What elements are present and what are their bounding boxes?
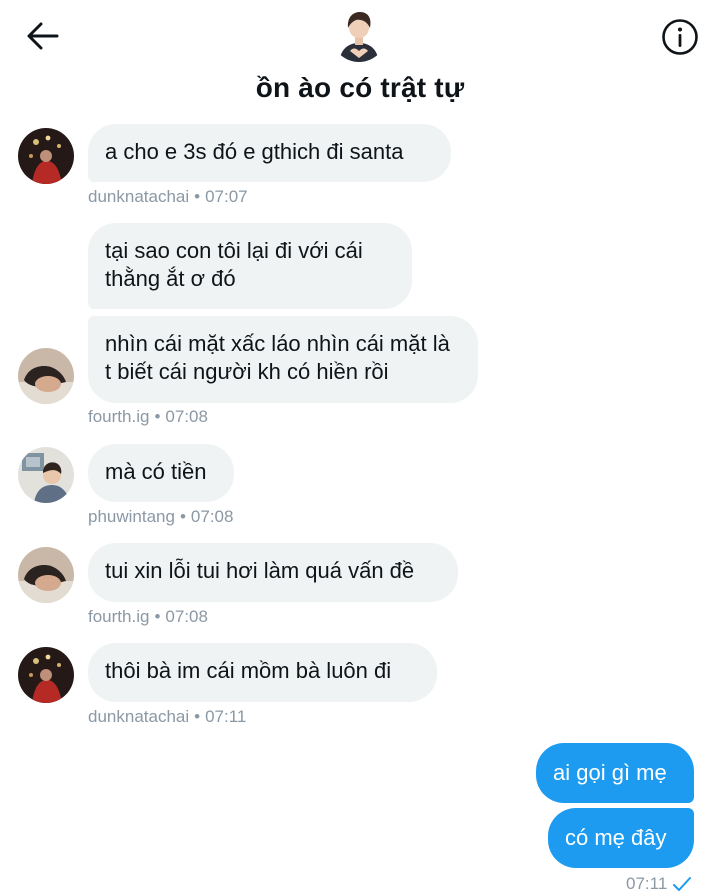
message-time: 07:11 [205,707,247,726]
message-bubble[interactable]: tại sao con tôi lại đi với cái thằng ắt … [88,223,412,309]
sent-message-meta: 07:11 [626,874,692,894]
message-time: 07:08 [165,607,208,626]
sender-name: fourth.ig [88,407,150,426]
sender-name: dunknatachai [88,707,190,726]
sent-message-bubble[interactable]: ai gọi gì mẹ [536,743,694,803]
info-button[interactable] [660,17,700,57]
message-meta: phuwintang • 07:08 [88,507,234,526]
message-time: 07:11 [626,874,668,893]
sent-message-bubble[interactable]: có mẹ đây [548,808,694,868]
message-bubble[interactable]: a cho e 3s đó e gthich đi santa [88,124,451,182]
message-time: 07:08 [190,507,234,526]
sender-name: fourth.ig [88,607,150,626]
message-time: 07:07 [205,187,248,206]
avatar-dunknatachai[interactable] [18,647,74,703]
sender-name: dunknatachai [88,187,190,206]
message-meta: dunknatachai • 07:07 [88,187,248,206]
message-bubble[interactable]: nhìn cái mặt xấc láo nhìn cái mặt là t b… [88,316,478,403]
message-bubble[interactable]: thôi bà im cái mồm bà luôn đi [88,643,437,702]
message-meta: fourth.ig • 07:08 [88,607,208,626]
avatar-phuwintang[interactable] [18,447,74,503]
message-bubble[interactable]: mà có tiền [88,444,234,502]
checkmark-icon [673,877,692,891]
back-button[interactable] [22,18,62,54]
sender-name: phuwintang [88,507,175,526]
message-time: 07:08 [165,407,208,426]
info-circle-icon [662,19,698,55]
message-meta: dunknatachai • 07:11 [88,707,247,726]
conversation-header: ồn ào có trật tự [0,0,720,118]
arrow-left-icon [27,22,59,50]
conversation-title: ồn ào có trật tự [255,72,465,103]
group-avatar[interactable] [331,6,387,62]
avatar-dunknatachai[interactable] [18,128,74,184]
avatar-fourth-ig[interactable] [18,547,74,603]
avatar-fourth-ig[interactable] [18,348,74,404]
message-meta: fourth.ig • 07:08 [88,407,208,426]
message-bubble[interactable]: tui xin lỗi tui hơi làm quá vấn đề [88,543,458,602]
